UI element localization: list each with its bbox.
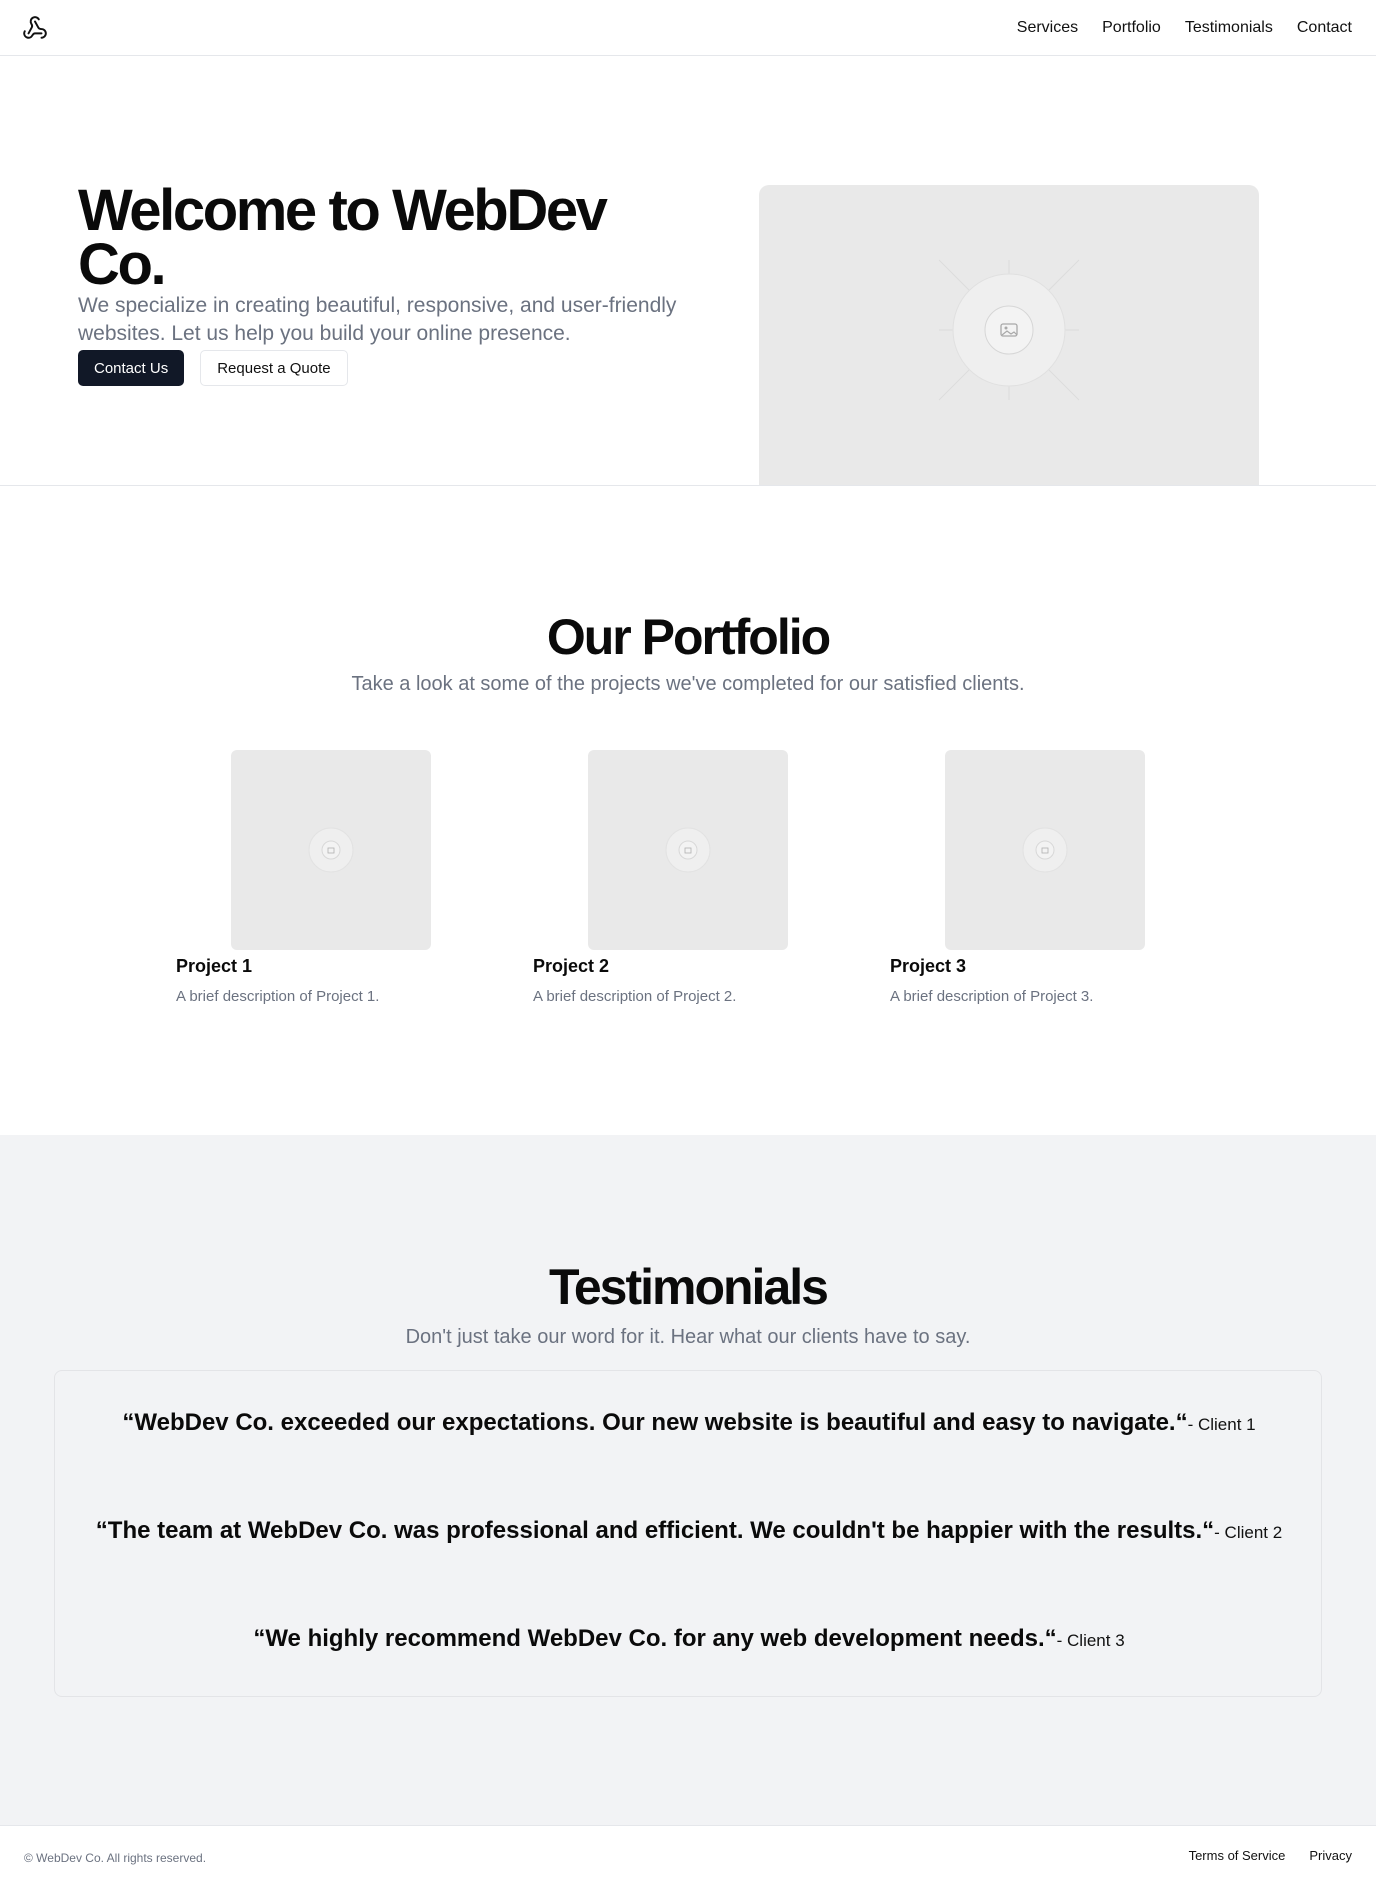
hero-image-placeholder (759, 185, 1259, 485)
testimonial-author: - Client 2 (1214, 1523, 1283, 1542)
project-name: Project 1 (176, 956, 253, 976)
hero-section: Welcome to WebDev Co. We specialize in c… (0, 56, 1376, 486)
project-description: A brief description of Project 2. (533, 988, 737, 1005)
hero-button-group: Contact Us Request a Quote (78, 350, 348, 386)
testimonial-author: - Client 1 (1187, 1415, 1256, 1434)
project-image-placeholder (231, 750, 431, 950)
nav-link-services[interactable]: Services (1017, 19, 1078, 37)
site-header: Services Portfolio Testimonials Contact (0, 0, 1376, 56)
testimonial-item: “WebDev Co. exceeded our expectations. O… (55, 1409, 1323, 1437)
testimonial-item: “The team at WebDev Co. was professional… (55, 1517, 1323, 1545)
testimonials-title: Testimonials (549, 1259, 829, 1315)
hero-title: Welcome to WebDev Co. (78, 178, 608, 297)
testimonials-section: Testimonials Don't just take our word fo… (0, 1135, 1376, 1825)
project-description: A brief description of Project 3. (890, 988, 1094, 1005)
image-placeholder-icon (665, 827, 711, 873)
image-placeholder-icon (308, 827, 354, 873)
site-footer: © WebDev Co. All rights reserved. Terms … (0, 1825, 1376, 1890)
terms-of-service-link[interactable]: Terms of Service (1189, 1848, 1286, 1863)
webhook-logo-icon[interactable] (22, 15, 48, 41)
contact-us-button[interactable]: Contact Us (78, 350, 185, 386)
hero-subtitle: We specialize in creating beautiful, res… (78, 294, 677, 345)
project-name: Project 3 (890, 956, 967, 976)
copyright-text: © WebDev Co. All rights reserved. (24, 1851, 207, 1865)
portfolio-subtitle: Take a look at some of the projects we'v… (351, 673, 1025, 695)
testimonial-quote: “We highly recommend WebDev Co. for any … (253, 1625, 1057, 1652)
image-placeholder-icon (1022, 827, 1068, 873)
testimonial-item: “We highly recommend WebDev Co. for any … (55, 1625, 1323, 1653)
nav-link-portfolio[interactable]: Portfolio (1102, 19, 1161, 37)
project-description: A brief description of Project 1. (176, 988, 380, 1005)
testimonial-quote: “The team at WebDev Co. was professional… (95, 1517, 1215, 1544)
testimonial-author: - Client 3 (1056, 1631, 1125, 1650)
main-nav: Services Portfolio Testimonials Contact (1017, 0, 1352, 56)
footer-links: Terms of Service Privacy (1189, 1848, 1352, 1863)
project-name: Project 2 (533, 956, 610, 976)
testimonials-card: “WebDev Co. exceeded our expectations. O… (54, 1370, 1322, 1697)
testimonials-subtitle: Don't just take our word for it. Hear wh… (405, 1326, 971, 1348)
project-image-placeholder (945, 750, 1145, 950)
request-quote-button[interactable]: Request a Quote (200, 350, 348, 386)
nav-link-contact[interactable]: Contact (1297, 19, 1352, 37)
privacy-link[interactable]: Privacy (1309, 1848, 1352, 1863)
nav-link-testimonials[interactable]: Testimonials (1185, 19, 1273, 37)
testimonial-quote: “WebDev Co. exceeded our expectations. O… (122, 1409, 1188, 1436)
image-placeholder-icon (938, 259, 1080, 401)
portfolio-title: Our Portfolio (546, 609, 831, 665)
project-image-placeholder (588, 750, 788, 950)
